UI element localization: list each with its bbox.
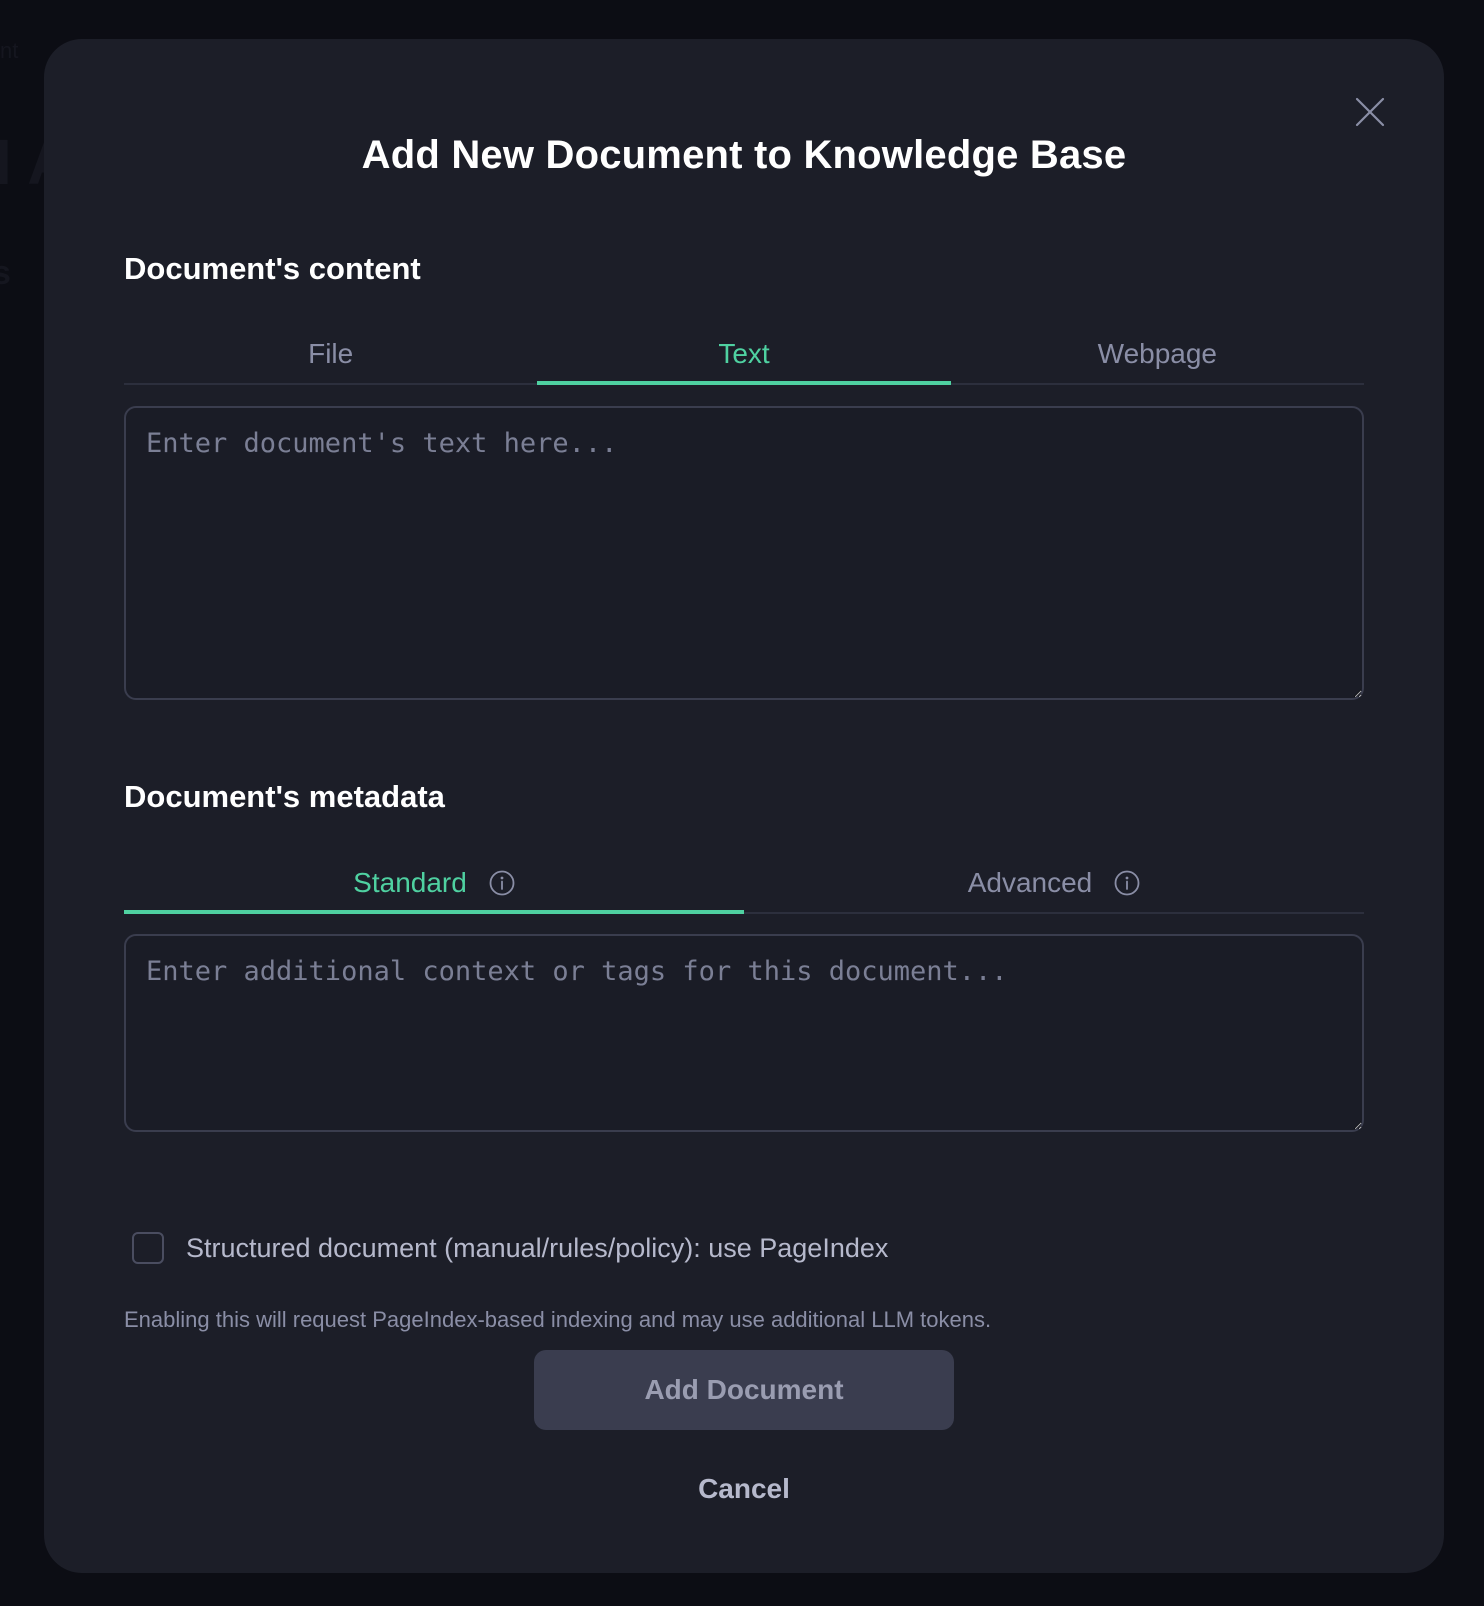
tab-file[interactable]: File	[124, 325, 537, 383]
document-text-input[interactable]	[124, 406, 1364, 700]
add-document-modal: Add New Document to Knowledge Base Docum…	[44, 39, 1444, 1573]
close-button[interactable]	[1351, 93, 1389, 131]
pageindex-help-text: Enabling this will request PageIndex-bas…	[124, 1307, 992, 1332]
tab-advanced-label: Advanced	[967, 867, 1093, 898]
modal-title: Add New Document to Knowledge Base	[361, 133, 1127, 177]
close-icon	[1355, 97, 1385, 127]
metadata-section-heading: Document's metadata	[124, 779, 445, 814]
tab-standard[interactable]: Standard	[124, 854, 744, 914]
tab-text[interactable]: Text	[537, 325, 951, 385]
metadata-input[interactable]	[124, 934, 1364, 1132]
info-icon[interactable]	[1114, 870, 1140, 896]
pageindex-checkbox-label[interactable]: Structured document (manual/rules/policy…	[186, 1233, 888, 1264]
metadata-tabbar: Standard Advanced	[124, 854, 1364, 914]
cancel-button[interactable]: Cancel	[698, 1473, 790, 1504]
pageindex-option[interactable]: Structured document (manual/rules/policy…	[132, 1232, 888, 1264]
tab-advanced[interactable]: Advanced	[744, 854, 1364, 912]
content-section-heading: Document's content	[124, 251, 421, 286]
cancel-row: Cancel	[44, 1473, 1444, 1505]
tab-webpage[interactable]: Webpage	[951, 325, 1364, 383]
pageindex-checkbox[interactable]	[132, 1232, 164, 1264]
tab-standard-label: Standard	[353, 867, 467, 898]
backdrop-text-fragment: s	[0, 254, 11, 292]
backdrop-text-fragment: nt	[0, 38, 19, 63]
content-tabbar: File Text Webpage	[124, 325, 1364, 385]
info-icon[interactable]	[489, 870, 515, 896]
add-document-button[interactable]: Add Document	[534, 1350, 954, 1430]
